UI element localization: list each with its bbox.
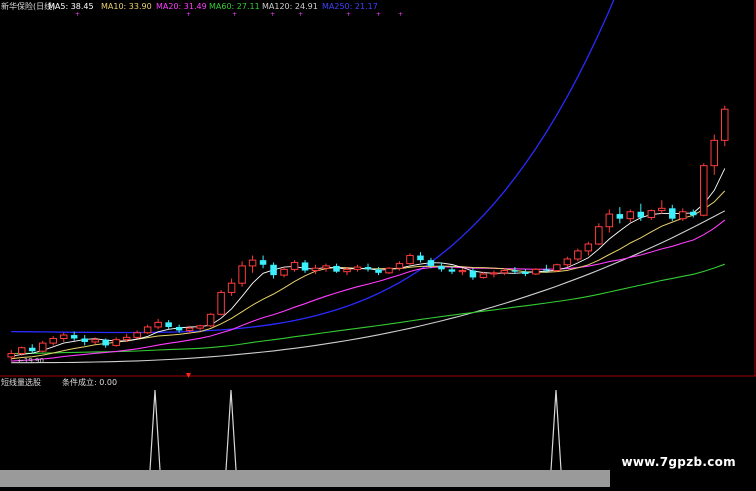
candle-body xyxy=(133,332,141,338)
ma250-label: MA250: 21.17 xyxy=(322,2,378,11)
candle-body xyxy=(616,214,624,219)
candle-body xyxy=(690,211,697,216)
candle-body xyxy=(511,270,519,272)
watermark: www.7gpzb.com xyxy=(621,455,736,469)
ma5-label: MA5: 38.45 xyxy=(48,2,94,11)
ma20-label: MA20: 31.49 xyxy=(156,2,207,11)
candle-body xyxy=(7,352,15,358)
ma120-label: MA120: 24.91 xyxy=(262,2,318,11)
candle-body xyxy=(154,321,162,328)
candle-body xyxy=(553,264,561,272)
candle-body xyxy=(280,268,288,276)
candle-body xyxy=(574,250,582,260)
signal-spike xyxy=(225,389,237,471)
candle-body xyxy=(175,326,183,331)
candle-body xyxy=(270,264,277,276)
top-marker: + xyxy=(398,11,403,18)
candle-body xyxy=(385,267,393,274)
candle-body xyxy=(595,226,603,245)
candle-body xyxy=(500,270,509,274)
candle-body xyxy=(679,211,687,220)
candle-body xyxy=(353,266,362,270)
low-price-marker: ←19.90 xyxy=(18,357,44,365)
candle-body xyxy=(543,269,550,271)
candle-body xyxy=(165,322,172,327)
candle-body xyxy=(143,326,152,334)
candle-body xyxy=(448,269,456,272)
candle-body xyxy=(375,269,382,273)
kline-chart-area[interactable]: + + + + + + + + 新华保险(日线) MA5: 38.45 MA10: 33.90… xyxy=(0,0,756,487)
ma250-line xyxy=(11,0,615,334)
candle-body xyxy=(301,262,309,271)
candle-body xyxy=(333,265,340,272)
candle-body xyxy=(248,259,257,267)
candle-body xyxy=(427,260,435,266)
candle-body xyxy=(322,265,330,269)
main-kline-svg: + + + + + + + + xyxy=(0,0,756,471)
candle-body xyxy=(458,270,467,273)
indicator-condition: 条件成立: 0.00 xyxy=(62,378,118,387)
candle-body xyxy=(206,313,215,327)
bottom-scroll-bar[interactable] xyxy=(0,470,610,487)
candle-body xyxy=(28,347,36,352)
candle-body xyxy=(343,268,351,273)
candle-body xyxy=(259,260,267,265)
candle-body xyxy=(479,273,488,278)
candle-body xyxy=(238,265,246,284)
candle-body xyxy=(290,261,299,270)
candle-body xyxy=(217,291,225,315)
candle-body xyxy=(59,334,68,340)
candle-body xyxy=(626,211,635,220)
candle-body xyxy=(669,208,676,219)
candle-body xyxy=(196,325,204,329)
candle-body xyxy=(522,271,529,274)
signal-spike xyxy=(149,389,161,471)
ma60-label: MA60: 27.11 xyxy=(209,2,260,11)
candle-body xyxy=(584,243,593,252)
candle-body xyxy=(38,342,47,352)
candles-group xyxy=(7,105,729,361)
candle-body xyxy=(185,327,194,331)
candle-body xyxy=(647,210,656,219)
signal-spikes xyxy=(149,389,562,471)
indicator-title: 短线量选股 xyxy=(1,378,41,387)
candle-body xyxy=(532,268,540,275)
candle-body xyxy=(605,213,614,228)
candle-body xyxy=(122,336,131,341)
candle-body xyxy=(563,258,572,266)
candle-body xyxy=(710,139,719,167)
candle-body xyxy=(364,267,372,270)
candle-body xyxy=(658,207,666,212)
candle-body xyxy=(102,339,109,346)
candle-body xyxy=(112,339,120,346)
candle-body xyxy=(637,211,645,218)
candle-body xyxy=(417,255,424,261)
candle-body xyxy=(311,267,320,272)
candle-body xyxy=(438,265,445,270)
candle-body xyxy=(490,272,498,275)
candle-body xyxy=(70,335,78,339)
candle-body xyxy=(81,338,88,342)
candle-body xyxy=(406,255,414,265)
candle-body xyxy=(395,263,404,269)
candle-body xyxy=(469,270,477,278)
candle-body xyxy=(227,282,236,293)
candle-body xyxy=(91,339,99,343)
candle-body xyxy=(721,108,729,141)
ma10-label: MA10: 33.90 xyxy=(101,2,152,11)
candle-body xyxy=(49,338,57,344)
candle-body xyxy=(700,165,708,216)
signal-spike xyxy=(550,389,562,471)
candle-body xyxy=(17,347,26,354)
